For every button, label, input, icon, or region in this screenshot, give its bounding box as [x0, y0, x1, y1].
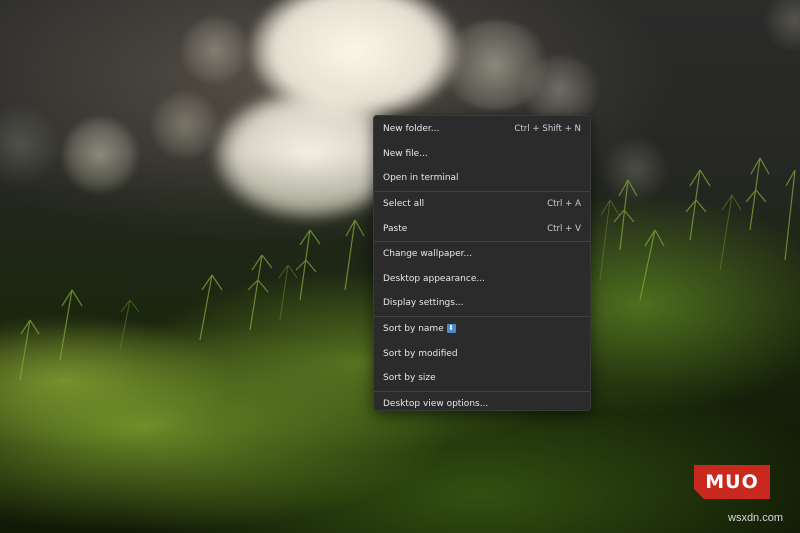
menu-item-open-in-terminal[interactable]: Open in terminal: [374, 166, 590, 191]
menu-item-label: Select all: [383, 199, 425, 210]
menu-item-new-folder[interactable]: New folder... Ctrl + Shift + N: [374, 117, 590, 142]
menu-item-label: Display settings...: [383, 298, 464, 309]
menu-item-label: Paste: [383, 223, 408, 234]
menu-item-label: Open in terminal: [383, 173, 459, 184]
menu-item-select-all[interactable]: Select all Ctrl + A: [374, 192, 590, 217]
menu-item-label: Change wallpaper...: [383, 249, 473, 260]
menu-item-desktop-view-options[interactable]: Desktop view options...: [374, 392, 590, 417]
menu-item-label: New file...: [383, 148, 428, 159]
menu-item-shortcut: Ctrl + V: [547, 223, 581, 234]
menu-item-shortcut: Ctrl + A: [547, 199, 581, 210]
menu-item-label: Sort by modified: [383, 348, 458, 359]
desktop-context-menu: New folder... Ctrl + Shift + N New file...…: [373, 115, 591, 411]
menu-item-paste[interactable]: Paste Ctrl + V: [374, 216, 590, 241]
menu-item-label: New folder...: [383, 124, 440, 135]
menu-item-change-wallpaper[interactable]: Change wallpaper...: [374, 242, 590, 267]
menu-item-sort-by-name[interactable]: Sort by name ⬇: [374, 317, 590, 342]
menu-item-shortcut: Ctrl + Shift + N: [514, 124, 581, 135]
menu-item-sort-by-size[interactable]: Sort by size: [374, 366, 590, 391]
menu-item-label: Sort by name: [383, 324, 444, 335]
menu-item-desktop-appearance[interactable]: Desktop appearance...: [374, 267, 590, 292]
menu-item-label: Desktop appearance...: [383, 273, 485, 284]
site-watermark: wsxdn.com: [728, 512, 784, 524]
sort-direction-icon: ⬇: [446, 324, 456, 334]
menu-item-label: Desktop view options...: [383, 398, 489, 409]
muo-logo-text: MUO: [705, 471, 759, 493]
menu-item-label-wrap: Sort by name ⬇: [383, 324, 456, 334]
menu-item-label: Sort by size: [383, 373, 436, 384]
muo-logo: MUO: [694, 465, 770, 499]
menu-item-display-settings[interactable]: Display settings...: [374, 291, 590, 316]
menu-item-new-file[interactable]: New file...: [374, 142, 590, 167]
menu-item-sort-by-modified[interactable]: Sort by modified: [374, 341, 590, 366]
